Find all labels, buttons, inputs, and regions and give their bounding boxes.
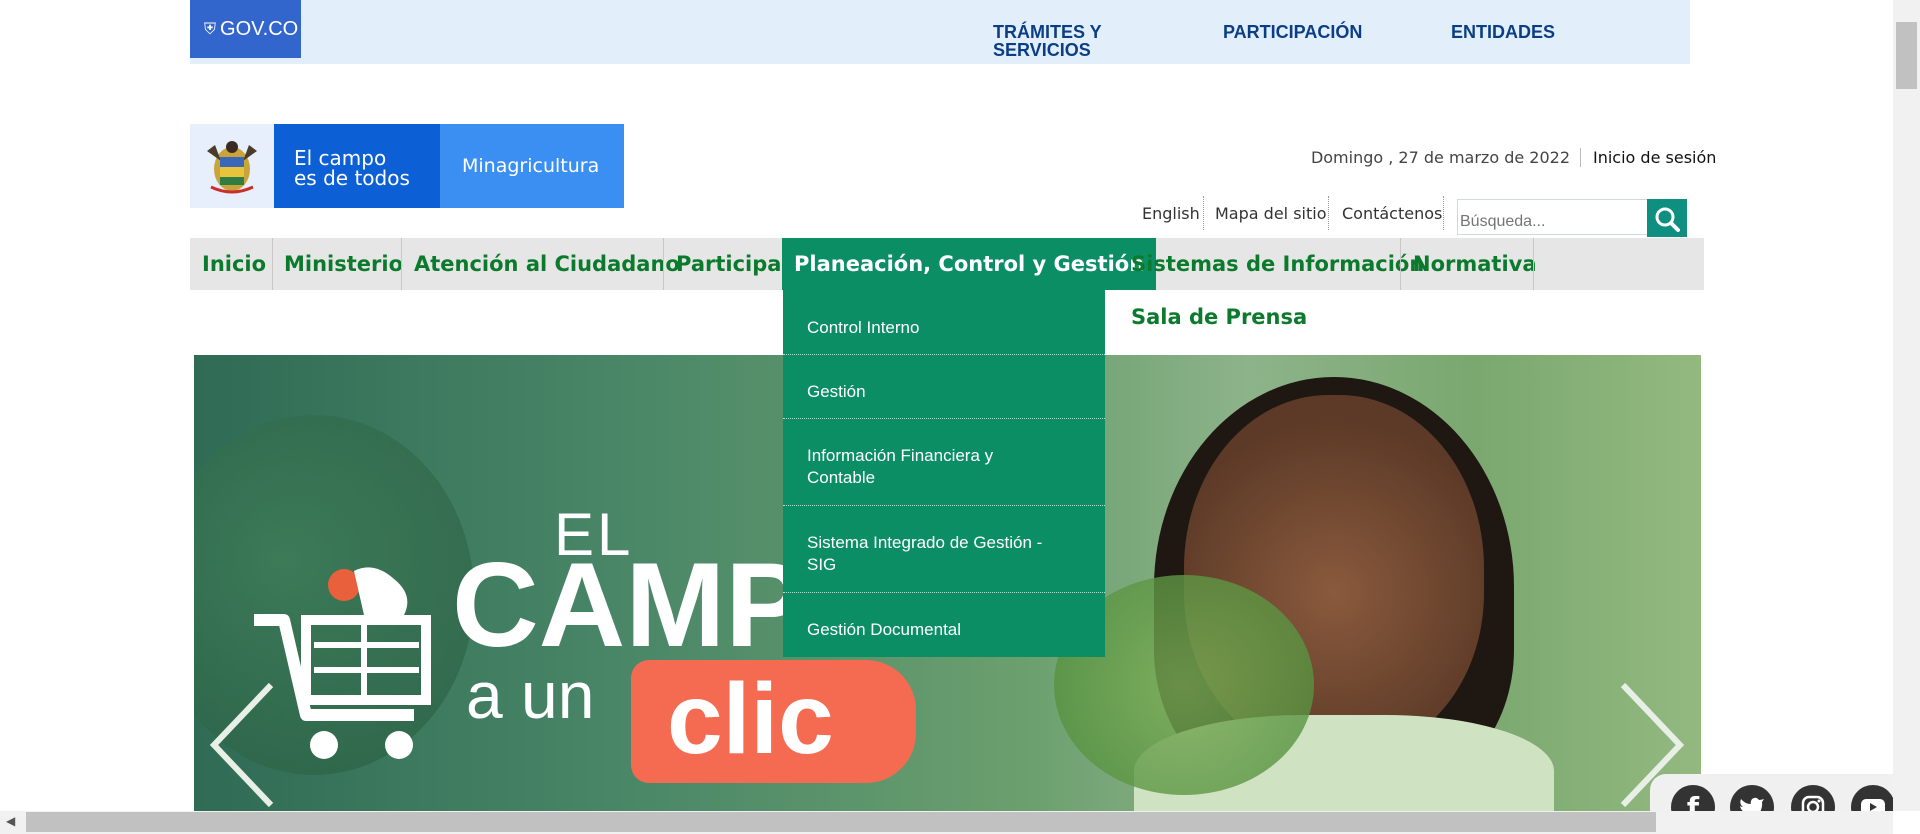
hero-text-clic: clic xyxy=(631,660,916,783)
link-sitemap[interactable]: Mapa del sitio xyxy=(1215,204,1326,223)
current-date: Domingo , 27 de marzo de 2022 xyxy=(1310,148,1570,167)
hero-text-a-un: a un xyxy=(466,658,595,732)
nav-divider xyxy=(1533,238,1534,290)
nav-sala-de-prensa[interactable]: Sala de Prensa xyxy=(1131,305,1307,329)
gov-link-tramites-line2: SERVICIOS xyxy=(993,40,1091,60)
nav-inicio[interactable]: Inicio xyxy=(202,238,266,290)
nav-atencion-ciudadano[interactable]: Atención al Ciudadano xyxy=(414,238,680,290)
search-icon xyxy=(1655,207,1680,232)
gov-link-entidades[interactable]: ENTIDADES xyxy=(1451,23,1555,41)
search-button[interactable] xyxy=(1647,199,1687,237)
menu-item-informacion-financiera-line2: Contable xyxy=(807,468,876,487)
nav-divider xyxy=(663,238,664,290)
nav-divider xyxy=(272,238,273,290)
gov-shield-icon: ⛨ xyxy=(204,19,217,38)
menu-item-control-interno[interactable]: Control Interno xyxy=(783,317,1105,339)
gov-co-text: GOV.CO xyxy=(220,17,299,40)
el-campo-es-de-todos-label: El campo es de todos xyxy=(274,124,440,208)
hero-text-campo: CAMP xyxy=(452,538,806,672)
vertical-scrollbar-thumb[interactable] xyxy=(1896,22,1917,89)
util-divider xyxy=(1328,196,1329,230)
menu-item-sig[interactable]: Sistema Integrado de Gestión - SIG xyxy=(783,532,1105,576)
ministry-logo[interactable]: El campo es de todos Minagricultura xyxy=(190,124,624,208)
menu-item-informacion-financiera-line1: Información Financiera y xyxy=(807,446,994,465)
nav-ministerio[interactable]: Ministerio xyxy=(284,238,403,290)
util-divider xyxy=(1203,196,1204,230)
menu-divider xyxy=(783,592,1105,593)
util-divider xyxy=(1443,196,1444,230)
menu-divider xyxy=(783,354,1105,355)
menu-item-sig-line2: SIG xyxy=(807,555,837,574)
nav-participa[interactable]: Participa xyxy=(676,238,781,290)
nav-sistemas-informacion[interactable]: Sistemas de Información xyxy=(1131,238,1424,290)
nav-divider xyxy=(401,238,402,290)
shopping-cart-icon xyxy=(254,567,431,759)
nav-planeacion-control-gestion[interactable]: Planeación, Control y Gestión xyxy=(782,238,1157,290)
vertical-scrollbar[interactable] xyxy=(1893,0,1920,811)
search-input[interactable] xyxy=(1457,199,1648,235)
page-viewport: ⛨ GOV.CO TRÁMITES Y SERVICIOS PARTICIPAC… xyxy=(0,0,1893,811)
scroll-left-arrow-icon[interactable]: ◀ xyxy=(6,814,15,828)
link-english[interactable]: English xyxy=(1142,204,1200,223)
carousel-prev-arrow-icon[interactable] xyxy=(206,680,276,810)
minagricultura-label: Minagricultura xyxy=(440,124,624,208)
menu-item-sig-line1: Sistema Integrado de Gestión - xyxy=(807,533,1043,552)
menu-divider xyxy=(783,505,1105,506)
link-contact[interactable]: Contáctenos xyxy=(1342,204,1442,223)
nav-divider xyxy=(1400,238,1401,290)
menu-item-gestion-documental[interactable]: Gestión Documental xyxy=(783,619,1105,641)
gov-co-logo[interactable]: ⛨ GOV.CO xyxy=(190,0,301,58)
colombia-coat-of-arms-icon xyxy=(190,124,274,208)
gov-link-participacion[interactable]: PARTICIPACIÓN xyxy=(1223,23,1362,41)
menu-item-gestion[interactable]: Gestión xyxy=(783,381,1105,403)
gov-link-tramites-line1: TRÁMITES Y xyxy=(993,22,1102,42)
campo-line-1: El campo xyxy=(294,146,387,170)
horizontal-scrollbar-thumb[interactable] xyxy=(26,812,1656,832)
planeacion-dropdown-menu: Control Interno Gestión Información Fina… xyxy=(783,290,1105,657)
menu-divider xyxy=(783,418,1105,419)
campo-line-2: es de todos xyxy=(294,166,410,190)
gov-link-tramites[interactable]: TRÁMITES Y SERVICIOS xyxy=(993,23,1102,59)
nav-normativa[interactable]: Normativa xyxy=(1413,238,1537,290)
login-link[interactable]: Inicio de sesión xyxy=(1580,148,1716,167)
menu-item-informacion-financiera[interactable]: Información Financiera y Contable xyxy=(783,445,1105,489)
